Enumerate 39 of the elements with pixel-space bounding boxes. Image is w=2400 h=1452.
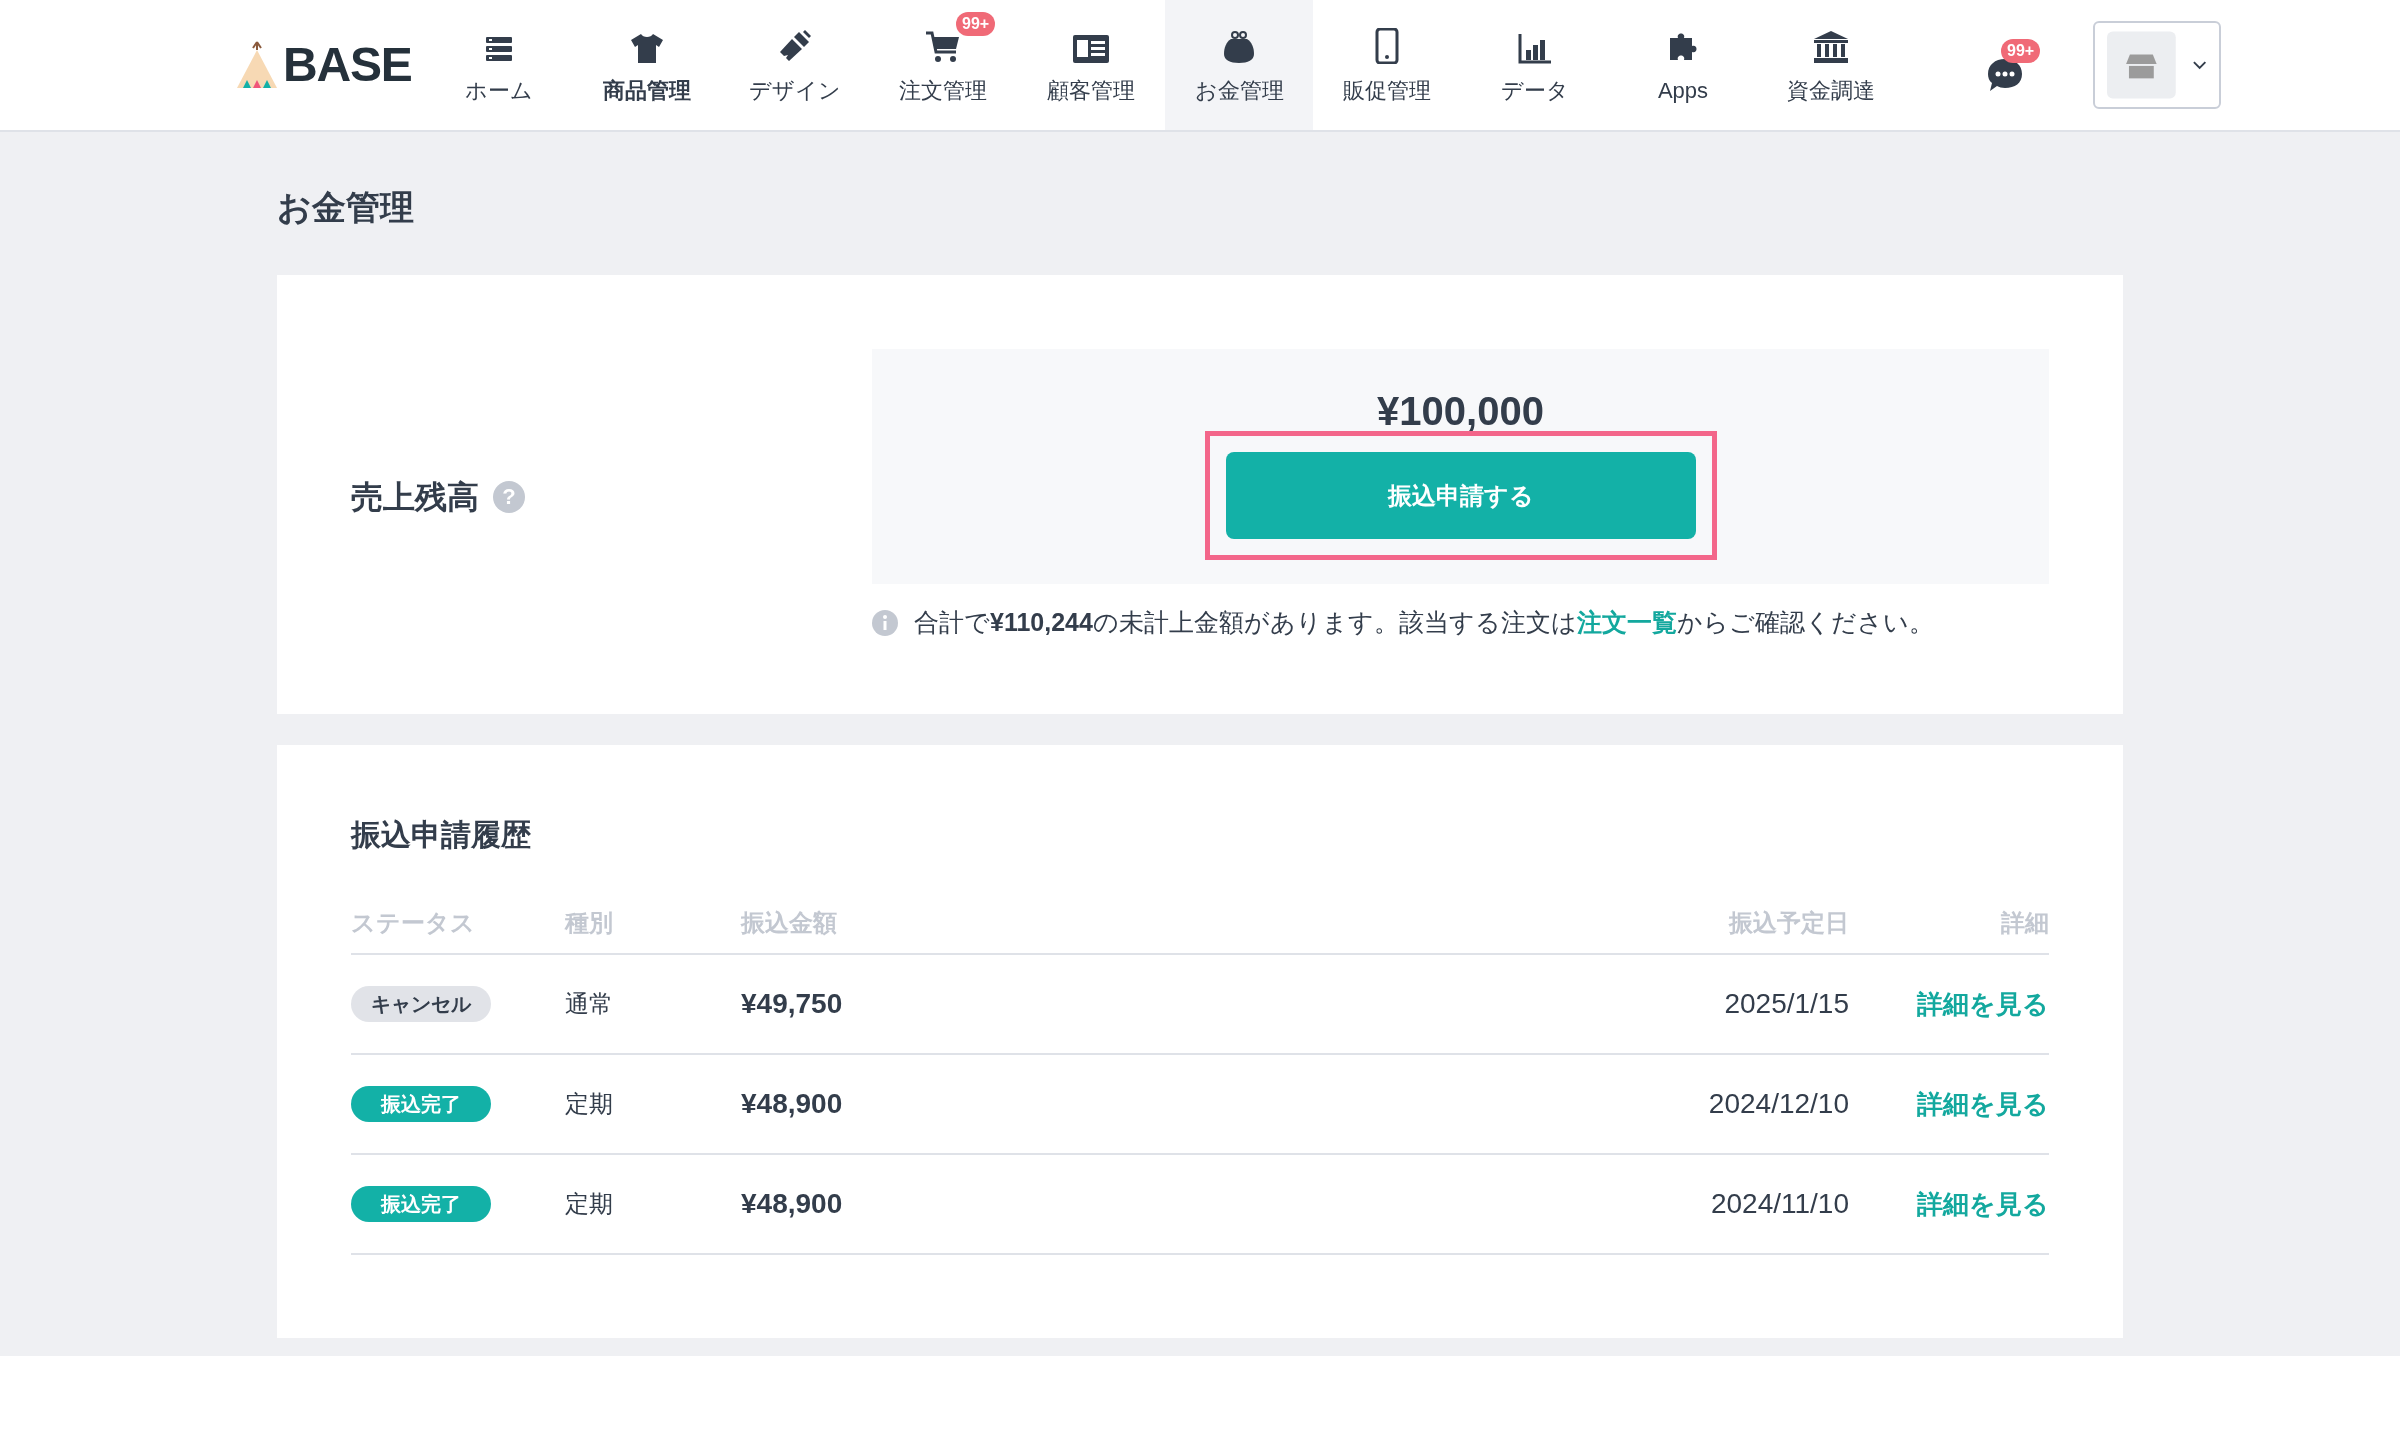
- status-badge: キャンセル: [351, 986, 491, 1022]
- column-header: ステータス: [351, 908, 475, 938]
- status-badge: 振込完了: [351, 1186, 491, 1222]
- balance-label: 売上残高: [351, 478, 479, 517]
- column-header: 振込予定日: [1729, 908, 1849, 938]
- bank-icon: [1813, 29, 1849, 64]
- page-title: お金管理: [277, 187, 415, 228]
- shop-menu-button[interactable]: [2093, 21, 2221, 109]
- logo-text: BASE: [283, 37, 412, 93]
- column-header: 詳細: [2001, 908, 2049, 938]
- smartphone-icon: [1375, 27, 1399, 64]
- column-header: 種別: [565, 908, 613, 938]
- table-cell-text: ¥49,750: [741, 987, 843, 1021]
- nav-tab[interactable]: お金管理: [1165, 0, 1313, 130]
- table-cell-text: 2024/11/10: [1710, 1187, 1849, 1221]
- column-header: 振込金額: [741, 908, 837, 938]
- chevron-down-icon: [2191, 60, 2207, 70]
- table-cell-text: 通常: [565, 989, 614, 1019]
- balance-amount: ¥100,000: [1377, 391, 1544, 431]
- notification-badge: 99+: [2001, 39, 2041, 63]
- bar-chart-icon: [1518, 31, 1552, 64]
- cart-icon: [924, 29, 962, 64]
- history-title: 振込申請履歴: [351, 817, 532, 853]
- table-cell-text: 定期: [565, 1189, 614, 1219]
- brush-icon: [777, 27, 813, 64]
- table-cell-text: 2025/1/15: [1724, 987, 1849, 1021]
- store-icon: [2107, 30, 2176, 100]
- shirt-icon: [629, 31, 665, 64]
- status-badge: 振込完了: [351, 1086, 491, 1122]
- table-cell-text: ¥48,900: [741, 1087, 843, 1121]
- table-cell-text: 2024/12/10: [1708, 1087, 1849, 1121]
- purse-icon: [1222, 29, 1256, 64]
- id-card-icon: [1072, 33, 1110, 64]
- tent-logo-icon: [235, 40, 279, 90]
- table-cell-text: 定期: [565, 1089, 614, 1119]
- info-icon: [872, 609, 898, 636]
- unbooked-amount-note: 合計で¥110,244の未計上金額があります。該当する注文は注文一覧からご確認ください。: [914, 607, 1934, 638]
- notification-badge: 99+: [956, 12, 996, 36]
- table-cell-text: ¥48,900: [741, 1187, 843, 1221]
